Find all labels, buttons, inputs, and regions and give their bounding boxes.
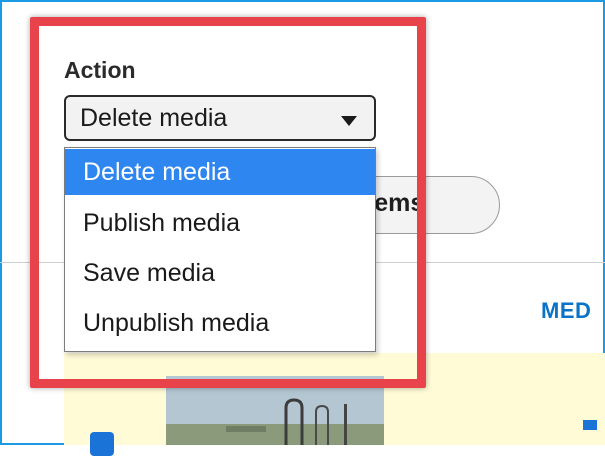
- row-select-checkbox[interactable]: [90, 432, 114, 456]
- option-unpublish-media[interactable]: Unpublish media: [65, 300, 375, 346]
- action-label: Action: [64, 57, 136, 83]
- row-link-marker[interactable]: [583, 420, 597, 430]
- option-save-media[interactable]: Save media: [65, 250, 375, 296]
- action-select-value: Delete media: [80, 104, 228, 132]
- chevron-down-icon: [341, 116, 357, 126]
- column-header-media[interactable]: MED: [541, 298, 591, 324]
- action-select[interactable]: Delete media: [64, 95, 376, 141]
- option-publish-media[interactable]: Publish media: [65, 200, 375, 246]
- option-delete-media[interactable]: Delete media: [65, 149, 375, 195]
- action-dropdown-list: Delete media Publish media Save media Un…: [64, 147, 376, 352]
